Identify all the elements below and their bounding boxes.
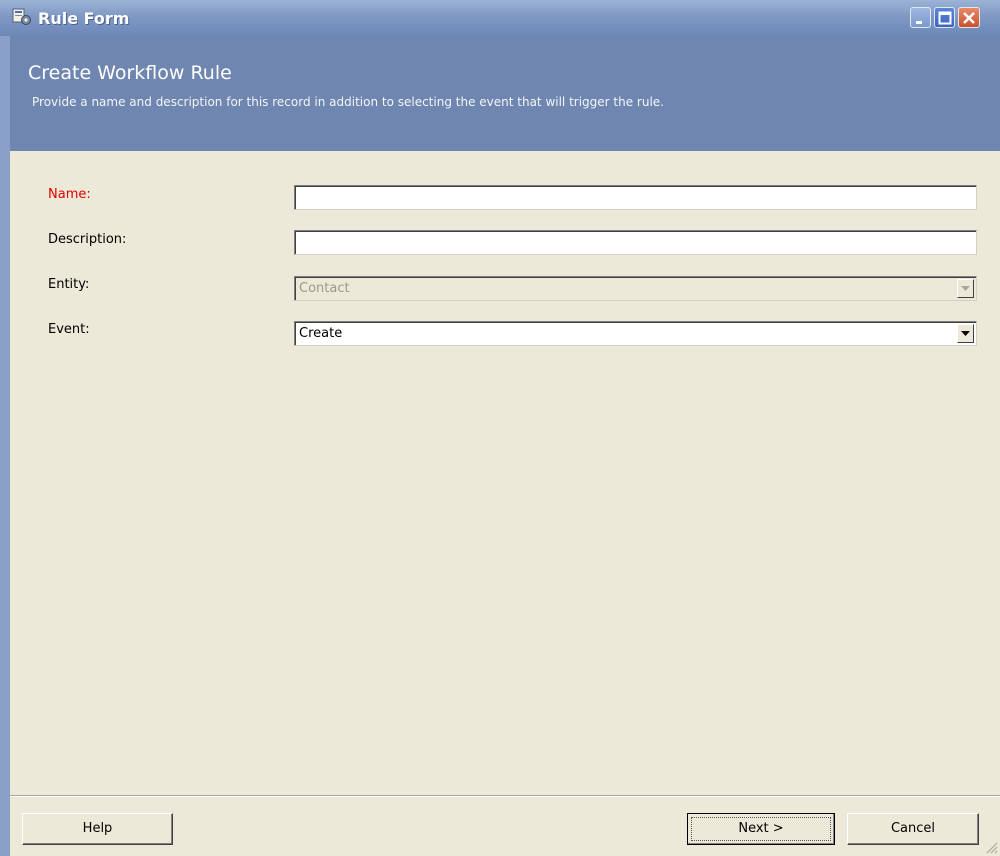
minimize-button[interactable] <box>910 7 931 28</box>
close-icon <box>963 12 975 24</box>
event-select[interactable]: Create <box>294 321 977 346</box>
workflow-rule-icon <box>12 8 32 26</box>
description-field[interactable] <box>294 230 977 255</box>
window-frame <box>0 36 10 856</box>
entity-value: Contact <box>299 281 350 296</box>
name-label: Name: <box>48 187 91 202</box>
resize-grip-icon[interactable] <box>984 840 998 854</box>
name-input[interactable] <box>295 186 976 209</box>
event-value: Create <box>299 326 343 341</box>
rule-form-window: Rule Form Create Workflow Rule Provide a… <box>0 0 1000 856</box>
page-title: Create Workflow Rule <box>28 62 232 84</box>
footer-divider <box>10 795 1000 797</box>
entity-select: Contact <box>294 276 977 301</box>
entity-label: Entity: <box>48 277 90 292</box>
title-bar[interactable]: Rule Form <box>0 0 1000 36</box>
window-title: Rule Form <box>38 9 130 28</box>
minimize-icon <box>916 21 922 24</box>
description-input[interactable] <box>295 231 976 254</box>
next-button[interactable]: Next > <box>687 813 835 845</box>
chevron-down-icon <box>961 286 970 291</box>
name-field[interactable] <box>294 185 977 210</box>
description-label: Description: <box>48 232 127 247</box>
entity-dropdown-button <box>957 279 974 298</box>
event-label: Event: <box>48 322 90 337</box>
help-button[interactable]: Help <box>22 813 173 845</box>
chevron-down-icon <box>961 331 970 336</box>
cancel-button[interactable]: Cancel <box>847 813 979 845</box>
event-dropdown-button[interactable] <box>957 324 974 343</box>
close-button[interactable] <box>958 7 980 28</box>
maximize-icon <box>938 11 952 25</box>
header-banner: Create Workflow Rule Provide a name and … <box>10 36 1000 151</box>
maximize-button[interactable] <box>934 7 955 28</box>
page-description: Provide a name and description for this … <box>32 95 664 109</box>
focus-rectangle <box>691 817 831 841</box>
